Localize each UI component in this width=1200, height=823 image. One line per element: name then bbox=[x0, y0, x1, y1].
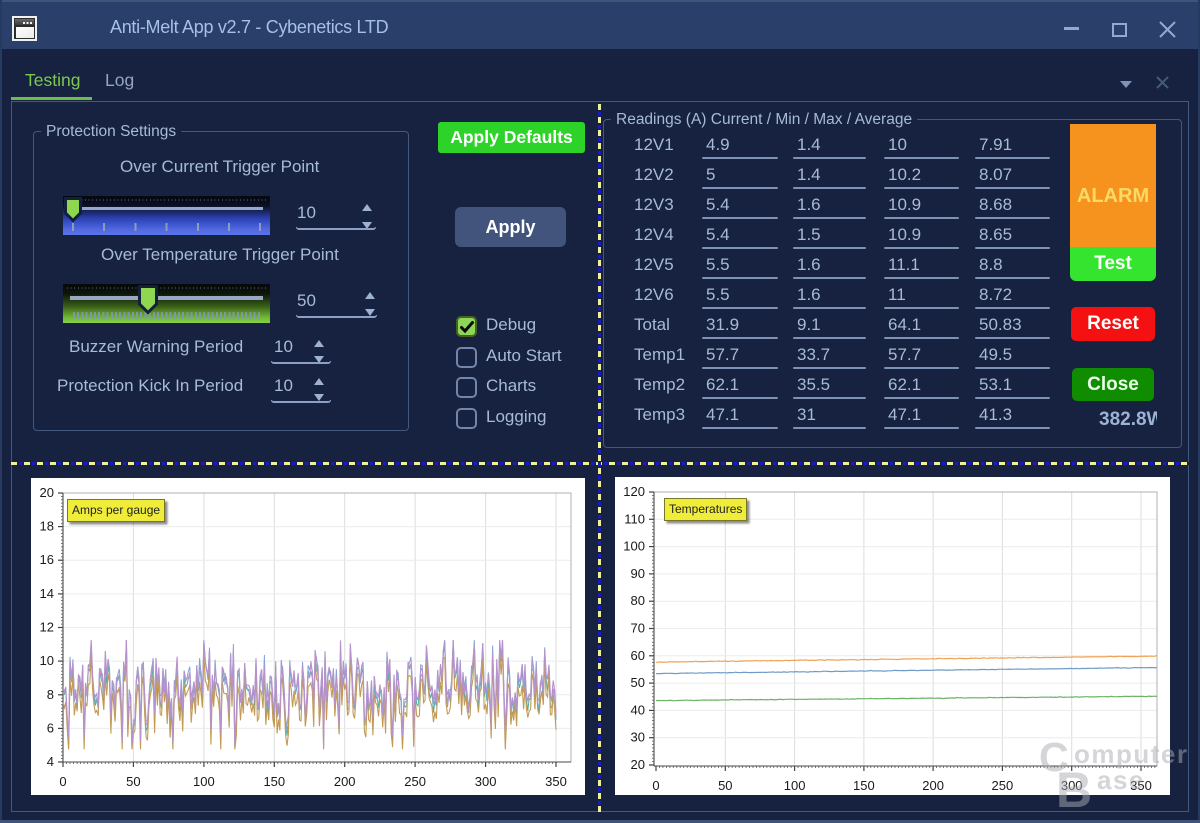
svg-text:300: 300 bbox=[475, 774, 497, 789]
svg-text:100: 100 bbox=[784, 778, 806, 793]
svg-text:100: 100 bbox=[193, 774, 215, 789]
svg-text:110: 110 bbox=[624, 511, 645, 526]
svg-text:90: 90 bbox=[631, 566, 645, 581]
svg-text:70: 70 bbox=[631, 621, 645, 636]
svg-text:150: 150 bbox=[263, 774, 285, 789]
svg-text:30: 30 bbox=[631, 730, 645, 745]
svg-text:0: 0 bbox=[59, 774, 66, 789]
svg-text:10: 10 bbox=[40, 653, 54, 668]
svg-text:50: 50 bbox=[126, 774, 140, 789]
svg-text:12: 12 bbox=[40, 620, 54, 635]
svg-text:50: 50 bbox=[631, 675, 645, 690]
svg-text:60: 60 bbox=[631, 648, 645, 663]
svg-text:350: 350 bbox=[545, 774, 567, 789]
svg-text:20: 20 bbox=[40, 485, 54, 500]
svg-text:50: 50 bbox=[718, 778, 732, 793]
svg-text:4: 4 bbox=[47, 754, 54, 769]
svg-text:80: 80 bbox=[631, 593, 645, 608]
svg-text:20: 20 bbox=[631, 757, 645, 772]
svg-text:6: 6 bbox=[47, 720, 54, 735]
svg-text:120: 120 bbox=[623, 484, 645, 499]
svg-text:16: 16 bbox=[40, 552, 54, 567]
svg-text:150: 150 bbox=[853, 778, 875, 793]
svg-text:18: 18 bbox=[40, 519, 54, 534]
svg-text:40: 40 bbox=[631, 702, 645, 717]
svg-text:250: 250 bbox=[992, 778, 1014, 793]
svg-text:200: 200 bbox=[922, 778, 944, 793]
svg-text:0: 0 bbox=[652, 778, 659, 793]
svg-text:250: 250 bbox=[404, 774, 426, 789]
svg-text:8: 8 bbox=[47, 687, 54, 702]
svg-text:100: 100 bbox=[623, 539, 645, 554]
svg-text:200: 200 bbox=[334, 774, 356, 789]
svg-text:14: 14 bbox=[40, 586, 54, 601]
